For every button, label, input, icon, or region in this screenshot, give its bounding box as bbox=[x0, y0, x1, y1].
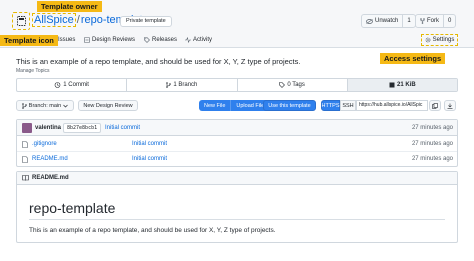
fork-count: 0 bbox=[443, 15, 455, 27]
unwatch-segment[interactable]: Unwatch bbox=[362, 15, 402, 27]
latest-commit-row: valentina 8b27e8bcb1 Initial commit 27 m… bbox=[17, 120, 457, 136]
fork-label: Fork bbox=[427, 18, 439, 24]
readme-filename: README.md bbox=[32, 175, 69, 181]
download-button[interactable] bbox=[444, 100, 456, 111]
copy-url-button[interactable] bbox=[429, 100, 441, 111]
commit-author[interactable]: valentina bbox=[35, 125, 61, 131]
tab-settings-label: Settings bbox=[432, 37, 455, 43]
branch-icon bbox=[21, 102, 27, 109]
tab-design-reviews[interactable]: Design Reviews bbox=[84, 37, 135, 43]
tab-activity-label: Activity bbox=[193, 37, 213, 43]
pulse-icon bbox=[185, 37, 191, 43]
commits-stat-label: 1 Commit bbox=[63, 82, 89, 88]
tags-stat-label: 0 Tags bbox=[287, 82, 305, 88]
repo-title-separator: / bbox=[76, 14, 80, 26]
file-name[interactable]: README.md bbox=[32, 156, 68, 162]
unwatch-button[interactable]: Unwatch 1 bbox=[361, 14, 416, 28]
access-settings-callout: Access settings bbox=[380, 53, 446, 64]
template-owner-callout: Template owner bbox=[37, 1, 102, 12]
gear-icon bbox=[425, 37, 431, 43]
fork-button[interactable]: Fork 0 bbox=[415, 14, 457, 28]
commit-message[interactable]: Initial commit bbox=[105, 125, 140, 131]
file-icon bbox=[22, 156, 28, 163]
file-icon bbox=[22, 141, 28, 148]
size-stat-label: 21 KiB bbox=[397, 82, 416, 88]
design-review-icon bbox=[84, 37, 90, 43]
chevron-down-icon bbox=[63, 104, 68, 107]
file-actions-group: New File Upload File bbox=[199, 100, 270, 111]
new-design-review-button[interactable]: New Design Review bbox=[78, 100, 138, 111]
tab-activity[interactable]: Activity bbox=[185, 37, 212, 43]
readme-body: This is an example of a repo template, a… bbox=[29, 227, 276, 234]
tag-icon bbox=[144, 37, 150, 43]
file-commit-message[interactable]: Initial commit bbox=[132, 141, 167, 147]
tab-issues-label: Issues bbox=[58, 37, 76, 43]
avatar[interactable] bbox=[22, 123, 32, 133]
template-icon-callout: Template icon bbox=[0, 35, 58, 46]
readme-panel: README.md repo-template This is an examp… bbox=[16, 171, 458, 243]
branches-stat-label: 1 Branch bbox=[173, 82, 198, 88]
file-list: valentina 8b27e8bcb1 Initial commit 27 m… bbox=[16, 119, 458, 167]
clone-url-input[interactable]: https://hub.allspice.io/AllSpic bbox=[356, 100, 428, 111]
tab-design-reviews-label: Design Reviews bbox=[92, 37, 136, 43]
file-commit-message[interactable]: Initial commit bbox=[132, 156, 167, 162]
commits-stat[interactable]: 1 Commit bbox=[17, 79, 126, 91]
tab-releases-label: Releases bbox=[152, 37, 178, 43]
fork-segment[interactable]: Fork bbox=[416, 15, 443, 27]
repo-description: This is an example of a repo template, a… bbox=[16, 57, 301, 66]
download-icon bbox=[447, 103, 453, 109]
file-time: 27 minutes ago bbox=[411, 156, 453, 162]
list-item[interactable]: .gitignore Initial commit 27 minutes ago bbox=[17, 137, 457, 152]
history-icon bbox=[54, 82, 61, 88]
private-template-badge: Private template bbox=[120, 16, 172, 27]
branch-selector[interactable]: Branch: main bbox=[16, 100, 74, 111]
ssh-button[interactable]: SSH bbox=[340, 100, 356, 111]
branches-stat[interactable]: 1 Branch bbox=[126, 79, 236, 91]
tab-settings[interactable]: Settings bbox=[421, 34, 458, 46]
database-icon bbox=[389, 82, 395, 88]
unwatch-label: Unwatch bbox=[375, 18, 399, 24]
tab-releases[interactable]: Releases bbox=[144, 37, 177, 43]
book-icon bbox=[22, 175, 29, 181]
branch-selector-label: Branch: main bbox=[28, 102, 62, 109]
manage-topics-link[interactable]: Manage Topics bbox=[16, 68, 50, 74]
readme-title: repo-template bbox=[29, 200, 116, 216]
fork-icon bbox=[420, 18, 425, 24]
repo-stats-bar: 1 Commit 1 Branch 0 Tags 21 KiB bbox=[16, 78, 458, 92]
new-file-button[interactable]: New File bbox=[199, 100, 231, 111]
branch-icon bbox=[166, 82, 172, 88]
header-divider bbox=[0, 47, 474, 48]
list-item[interactable]: README.md Initial commit 27 minutes ago bbox=[17, 151, 457, 166]
use-template-button[interactable]: Use this template bbox=[263, 100, 316, 111]
repo-owner-link[interactable]: AllSpice bbox=[32, 13, 76, 27]
commit-sha[interactable]: 8b27e8bcb1 bbox=[63, 123, 102, 133]
unwatch-count: 1 bbox=[402, 15, 414, 27]
file-name[interactable]: .gitignore bbox=[32, 141, 57, 147]
commit-time: 27 minutes ago bbox=[411, 125, 453, 131]
file-time: 27 minutes ago bbox=[411, 141, 453, 147]
copy-icon bbox=[432, 102, 438, 109]
readme-divider bbox=[29, 219, 445, 220]
tag-icon bbox=[279, 82, 286, 88]
size-stat[interactable]: 21 KiB bbox=[346, 79, 457, 91]
tab-issues[interactable]: Issues bbox=[58, 37, 75, 43]
template-icon-highlight bbox=[12, 12, 30, 30]
https-button[interactable]: HTTPS bbox=[321, 100, 340, 111]
readme-header: README.md bbox=[17, 172, 457, 185]
tags-stat[interactable]: 0 Tags bbox=[236, 79, 347, 91]
template-repo-icon bbox=[16, 16, 26, 26]
eye-slash-icon bbox=[366, 18, 373, 24]
